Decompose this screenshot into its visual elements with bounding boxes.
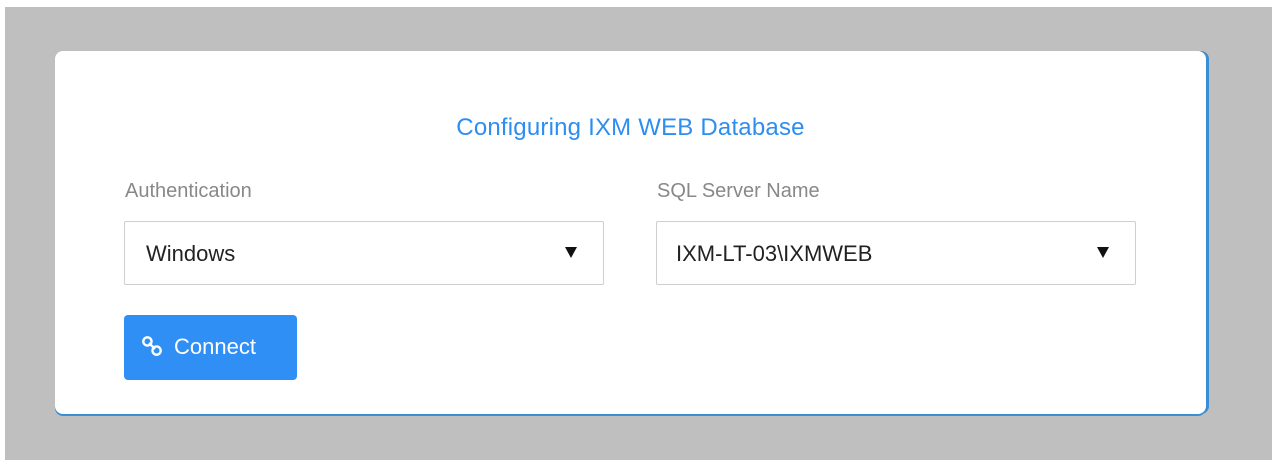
sql-server-selected-value: IXM-LT-03\IXMWEB — [676, 241, 873, 266]
authentication-selected-value: Windows — [146, 241, 236, 266]
authentication-label: Authentication — [125, 180, 252, 202]
connect-button[interactable]: Connect — [124, 315, 297, 380]
chevron-down-icon — [565, 247, 577, 258]
chevron-down-icon — [1097, 247, 1109, 258]
database-config-dialog: Configuring IXM WEB Database Authenticat… — [55, 51, 1206, 414]
dialog-title: Configuring IXM WEB Database — [456, 114, 805, 141]
link-icon — [142, 336, 162, 356]
authentication-select[interactable]: Windows — [124, 221, 604, 285]
sql-server-name-label: SQL Server Name — [657, 180, 820, 202]
connect-button-label: Connect — [174, 334, 256, 359]
sql-server-name-select[interactable]: IXM-LT-03\IXMWEB — [656, 221, 1136, 285]
